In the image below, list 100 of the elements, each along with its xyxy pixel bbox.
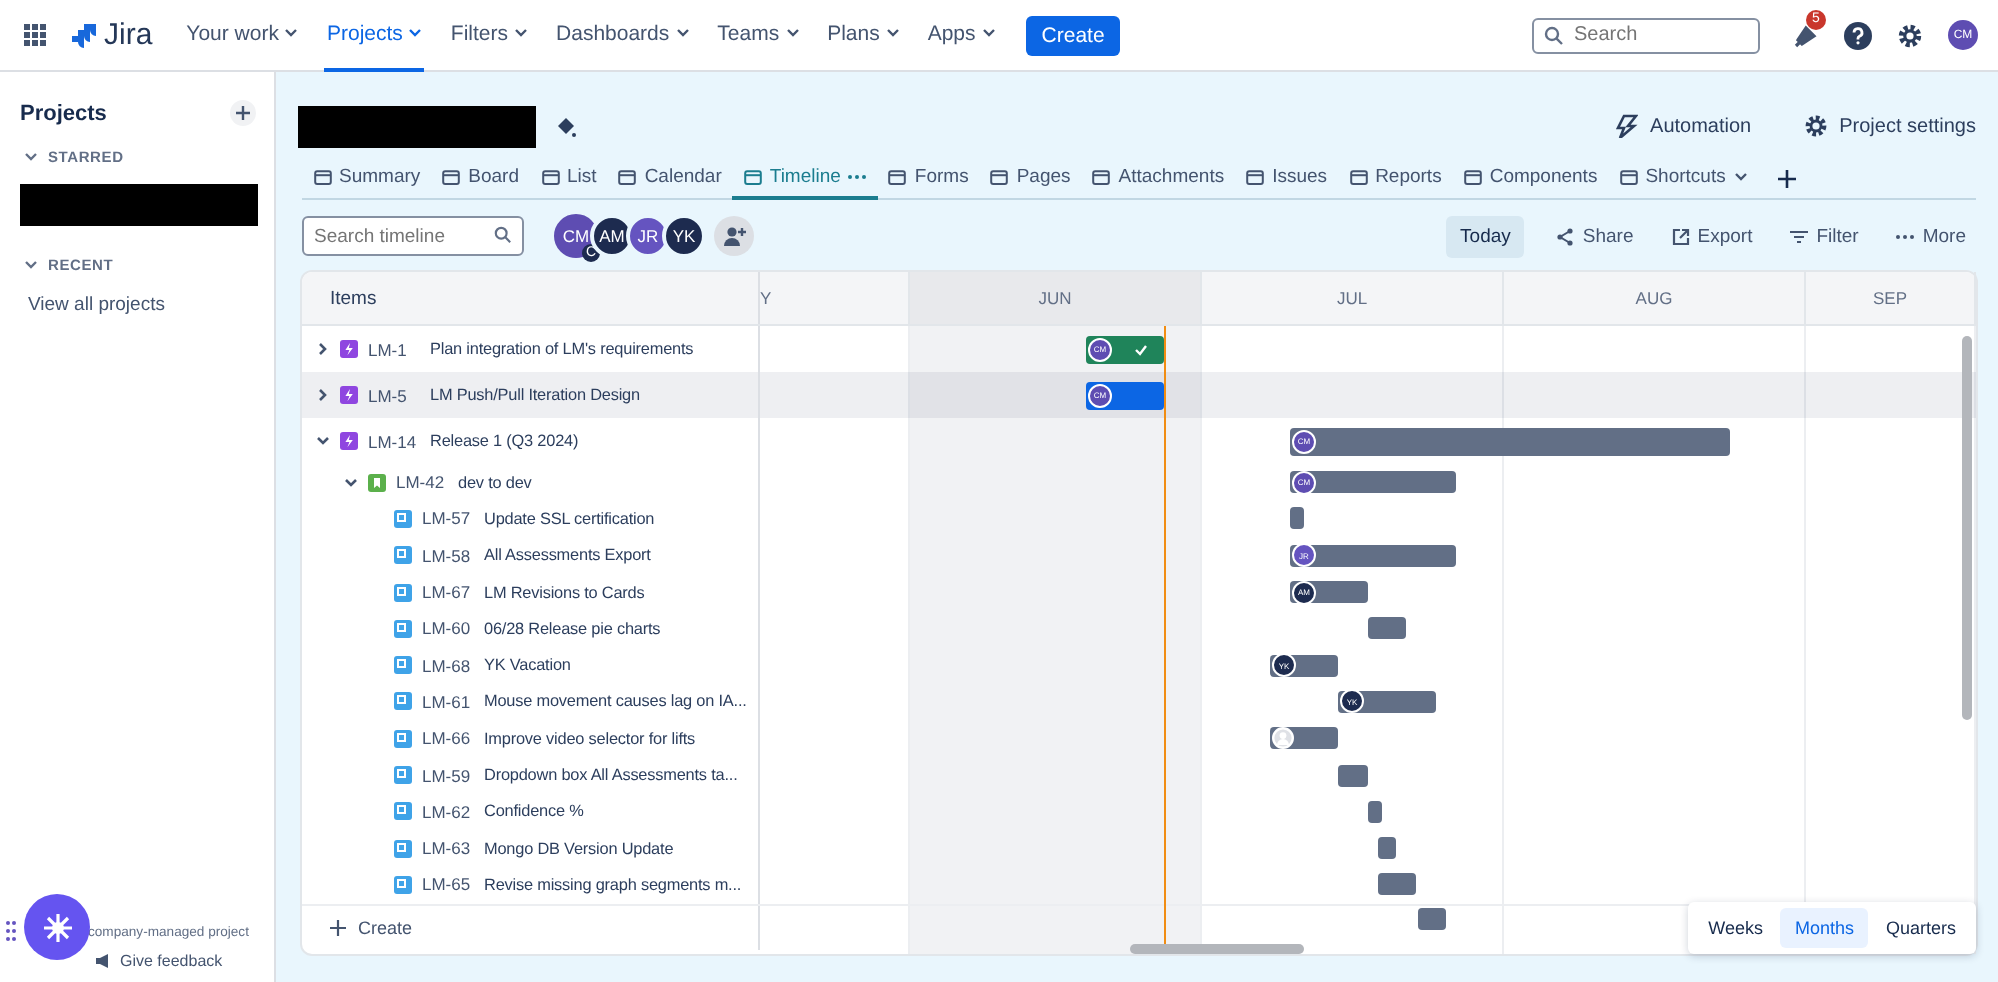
issue-summary[interactable]: Release 1 (Q3 2024) — [430, 432, 579, 450]
project-tab[interactable]: Issues — [1235, 158, 1339, 200]
project-tab[interactable]: Shortcuts — [1608, 158, 1759, 200]
chevron-icon[interactable] — [316, 342, 330, 356]
tab-icon — [888, 168, 907, 186]
timeline-bar[interactable] — [1368, 800, 1382, 823]
project-tab[interactable]: Summary — [302, 158, 432, 200]
logo-icon[interactable] — [70, 21, 98, 49]
timeline-bar[interactable] — [1270, 727, 1338, 750]
vertical-scrollbar[interactable] — [1962, 336, 1972, 720]
project-tab[interactable]: Reports — [1338, 158, 1453, 200]
nav-menu[interactable]: Dashboards — [554, 0, 692, 71]
search-field[interactable]: Search — [1532, 17, 1760, 53]
horizontal-scrollbar[interactable] — [1130, 944, 1304, 954]
toolbar-button[interactable]: Export — [1661, 217, 1763, 255]
issue-key[interactable]: LM-59 — [422, 765, 478, 786]
chevron-icon[interactable] — [24, 152, 38, 162]
add-people-button[interactable] — [714, 216, 754, 256]
month-label: JUN — [1038, 288, 1072, 308]
issue-key[interactable]: LM-66 — [422, 728, 478, 749]
issue-summary[interactable]: Mongo DB Version Update — [484, 839, 674, 858]
issue-summary[interactable]: Update SSL certification — [484, 509, 655, 528]
chevron-icon[interactable] — [24, 260, 38, 270]
add-project-button[interactable] — [230, 100, 256, 126]
lightning-icon — [340, 340, 358, 358]
logo-text[interactable]: Jira — [104, 18, 153, 52]
chevron-icon[interactable] — [316, 388, 330, 402]
issue-key[interactable]: LM-1 — [368, 339, 424, 359]
more-icon[interactable] — [848, 174, 867, 180]
user-avatar[interactable]: YK — [662, 214, 706, 258]
issue-summary[interactable]: 06/28 Release pie charts — [484, 619, 661, 638]
view-all-projects-link[interactable]: View all projects — [20, 282, 256, 328]
timeline-bar[interactable] — [1418, 907, 1446, 930]
issue-key[interactable]: LM-63 — [422, 838, 478, 859]
toolbar-button[interactable]: Filter — [1780, 217, 1869, 255]
nav-menu[interactable]: Teams — [715, 0, 802, 71]
view-option[interactable]: Quarters — [1871, 908, 1970, 948]
notifications-icon[interactable] — [1792, 21, 1820, 49]
issue-summary[interactable]: Confidence % — [484, 802, 584, 821]
issue-summary[interactable]: LM Revisions to Cards — [484, 583, 645, 602]
project-tab[interactable]: Attachments — [1081, 158, 1236, 200]
project-tab[interactable]: Timeline — [732, 158, 878, 200]
search-timeline-field[interactable]: Search timeline — [302, 216, 524, 256]
view-option[interactable]: Months — [1780, 908, 1868, 948]
checkbox-icon — [394, 656, 412, 675]
assistant-button[interactable] — [24, 894, 90, 960]
timeline-bar[interactable] — [1378, 873, 1416, 896]
chevron-icon[interactable] — [344, 475, 358, 490]
issue-summary[interactable]: Improve video selector for lifts — [484, 729, 696, 748]
view-option[interactable]: Weeks — [1694, 908, 1777, 948]
tab-icon — [1092, 168, 1111, 186]
create-issue-button[interactable]: Create — [330, 917, 413, 938]
issue-summary[interactable]: Plan integration of LM's requirements — [430, 340, 694, 358]
timeline-bar[interactable] — [1290, 507, 1304, 530]
nav-menu[interactable]: Apps — [925, 0, 998, 71]
settings-icon[interactable] — [1896, 21, 1924, 49]
issue-key[interactable]: LM-57 — [422, 508, 478, 529]
issue-key[interactable]: LM-58 — [422, 545, 478, 566]
nav-menu[interactable]: Filters — [448, 0, 531, 71]
issue-key[interactable]: LM-61 — [422, 691, 478, 712]
project-tab[interactable]: Components — [1452, 158, 1609, 200]
issue-key[interactable]: LM-67 — [422, 582, 478, 603]
toolbar-button[interactable]: Share — [1546, 217, 1644, 255]
nav-menu[interactable]: Plans — [825, 0, 902, 71]
timeline-bar[interactable] — [1338, 764, 1368, 787]
issue-summary[interactable]: Dropdown box All Assessments ta... — [484, 766, 738, 785]
issue-key[interactable]: LM-42 — [396, 472, 452, 493]
add-tab-icon[interactable] — [1778, 169, 1797, 187]
nav-menu[interactable]: Your work — [184, 0, 301, 71]
drag-handle-icon[interactable] — [6, 920, 16, 942]
user-avatar[interactable]: JR — [626, 214, 670, 258]
create-button[interactable]: Create — [1025, 15, 1121, 55]
paint-bucket-icon[interactable] — [556, 115, 576, 137]
app-switcher-icon[interactable] — [24, 24, 46, 46]
issue-summary[interactable]: dev to dev — [458, 473, 532, 492]
chevron-icon[interactable] — [316, 434, 330, 448]
issue-key[interactable]: LM-5 — [368, 385, 424, 405]
project-action-button[interactable]: Project settings — [1803, 114, 1976, 138]
project-tab[interactable]: Pages — [979, 158, 1082, 200]
issue-summary[interactable]: Revise missing graph segments m... — [484, 875, 742, 894]
issue-summary[interactable]: Mouse movement causes lag on IA... — [484, 692, 747, 711]
issue-summary[interactable]: All Assessments Export — [484, 546, 651, 565]
issue-key[interactable]: LM-62 — [422, 801, 478, 822]
issue-key[interactable]: LM-68 — [422, 655, 478, 676]
timeline-bar[interactable] — [1378, 837, 1396, 860]
help-icon[interactable] — [1844, 21, 1872, 49]
project-tab[interactable]: Forms — [877, 158, 980, 200]
timeline-bar[interactable] — [1368, 617, 1406, 640]
issue-summary[interactable]: YK Vacation — [484, 656, 571, 675]
give-feedback-link[interactable]: Give feedback — [88, 952, 272, 970]
project-tab[interactable]: List — [530, 158, 608, 200]
toolbar-button[interactable]: Today — [1446, 215, 1525, 257]
project-tab[interactable]: Calendar — [607, 158, 733, 200]
project-action-button[interactable]: Automation — [1616, 114, 1752, 138]
issue-key[interactable]: LM-60 — [422, 618, 478, 639]
toolbar-button[interactable]: More — [1886, 217, 1976, 255]
project-tab[interactable]: Board — [431, 158, 531, 200]
issue-key[interactable]: LM-65 — [422, 874, 478, 895]
issue-key[interactable]: LM-14 — [368, 431, 424, 451]
issue-summary[interactable]: LM Push/Pull Iteration Design — [430, 386, 640, 404]
